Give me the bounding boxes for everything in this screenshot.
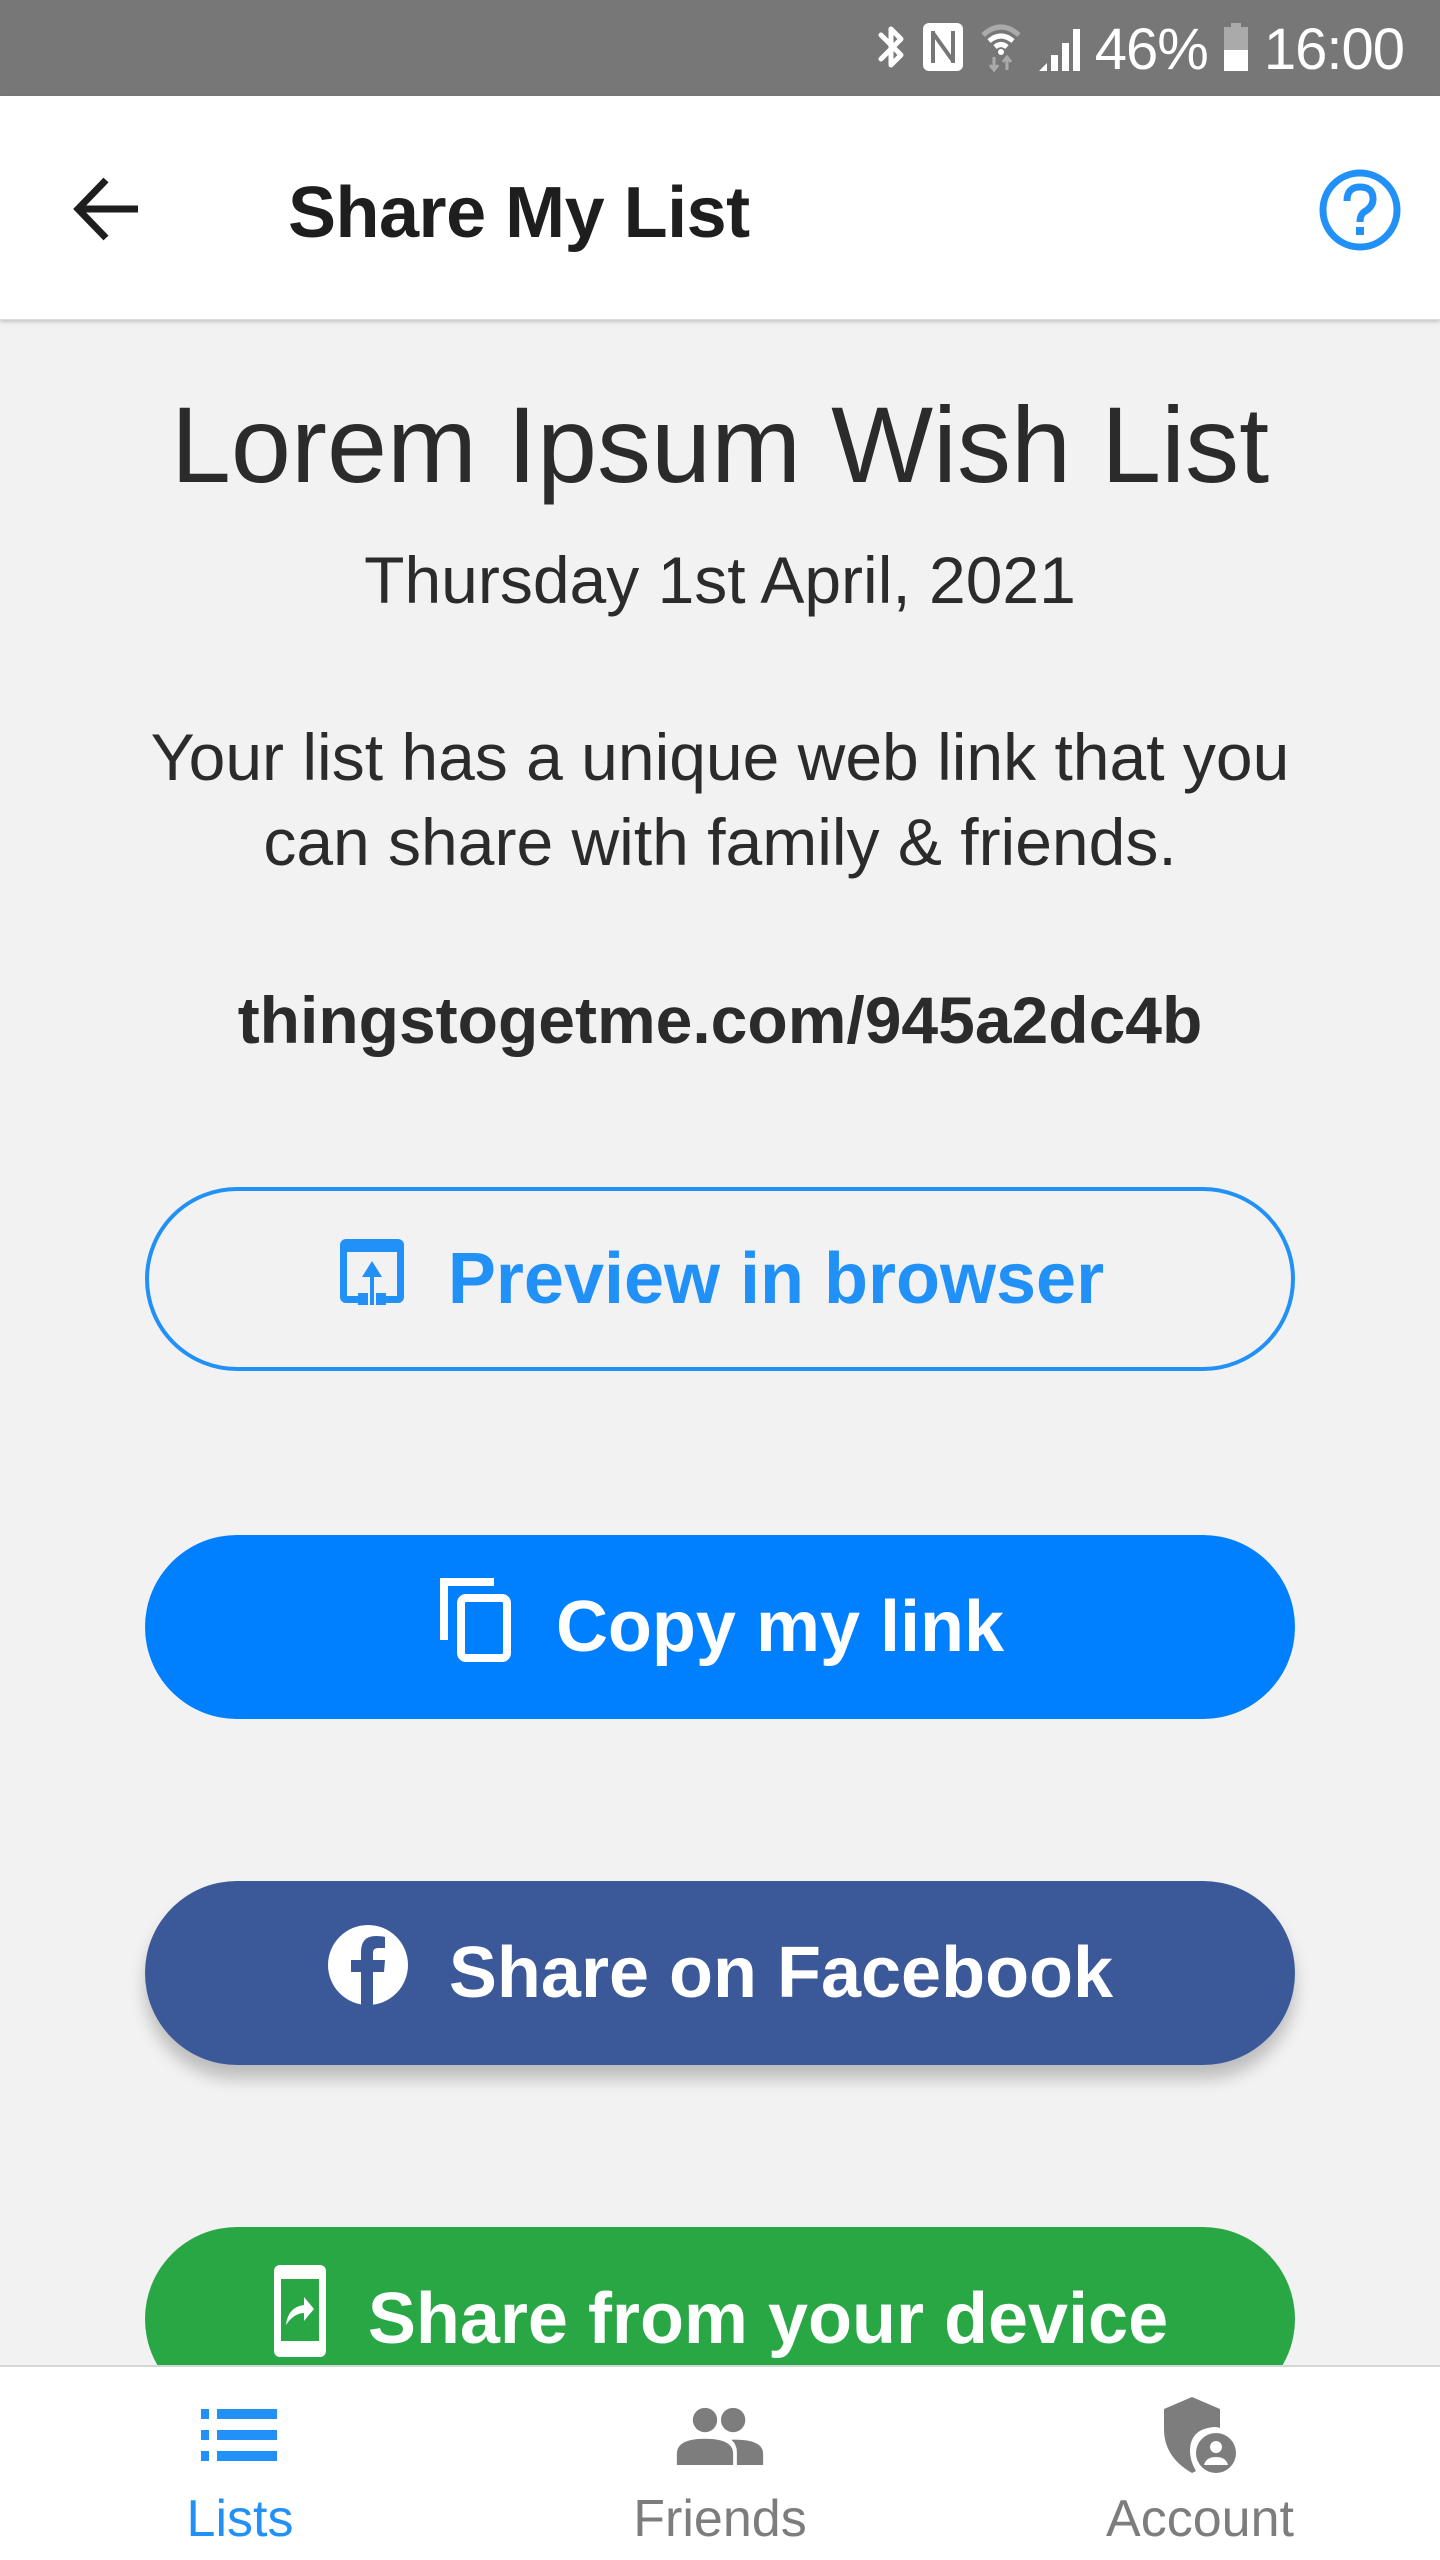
nav-item-lists[interactable]: Lists	[0, 2367, 480, 2560]
battery-icon	[1222, 21, 1250, 78]
clock: 16:00	[1263, 16, 1405, 82]
mobile-share-icon	[272, 2263, 328, 2365]
open-in-browser-icon	[336, 1235, 408, 1323]
facebook-button-label: Share on Facebook	[448, 1933, 1114, 2013]
status-icons: 46% 16:00	[877, 14, 1405, 84]
battery-percent: 46%	[1094, 16, 1209, 82]
help-button[interactable]	[1316, 166, 1404, 254]
copy-icon	[436, 1574, 516, 1680]
nfc-icon	[921, 21, 965, 78]
copy-link-button[interactable]: Copy my link	[145, 1535, 1295, 1719]
share-description: Your list has a unique web link that you…	[150, 720, 1290, 879]
wifi-icon	[979, 21, 1023, 78]
bottom-navigation: Lists Friends Account	[0, 2365, 1440, 2560]
nav-label-account: Account	[1106, 2490, 1294, 2548]
list-date: Thursday 1st April, 2021	[364, 543, 1076, 617]
people-icon	[675, 2395, 765, 2475]
nav-item-friends[interactable]: Friends	[480, 2367, 960, 2560]
list-title: Lorem Ipsum Wish List	[170, 384, 1270, 505]
shield-account-icon	[1155, 2395, 1245, 2475]
app-bar: Share My List	[0, 96, 1440, 320]
signal-icon	[1037, 21, 1081, 78]
back-button[interactable]	[60, 166, 150, 256]
share-facebook-button[interactable]: Share on Facebook	[145, 1881, 1295, 2065]
copy-button-label: Copy my link	[555, 1587, 1005, 1667]
page-title: Share My List	[288, 173, 750, 253]
status-bar: 46% 16:00	[0, 0, 1440, 96]
device-button-label: Share from your device	[367, 2279, 1169, 2359]
preview-in-browser-button[interactable]: Preview in browser	[145, 1187, 1295, 1371]
facebook-icon	[327, 1924, 409, 2022]
share-from-device-button[interactable]: Share from your device	[145, 2227, 1295, 2365]
nav-label-lists: Lists	[186, 2490, 294, 2548]
preview-button-label: Preview in browser	[447, 1239, 1105, 1319]
help-circle-icon	[1316, 169, 1404, 258]
bluetooth-icon	[877, 21, 907, 78]
nav-item-account[interactable]: Account	[960, 2367, 1440, 2560]
list-icon	[195, 2395, 285, 2475]
share-link-url: thingstogetme.com/945a2dc4b	[237, 983, 1203, 1057]
arrow-left-icon	[70, 174, 140, 249]
nav-label-friends: Friends	[633, 2490, 807, 2548]
share-content: Lorem Ipsum Wish List Thursday 1st April…	[0, 320, 1440, 2365]
